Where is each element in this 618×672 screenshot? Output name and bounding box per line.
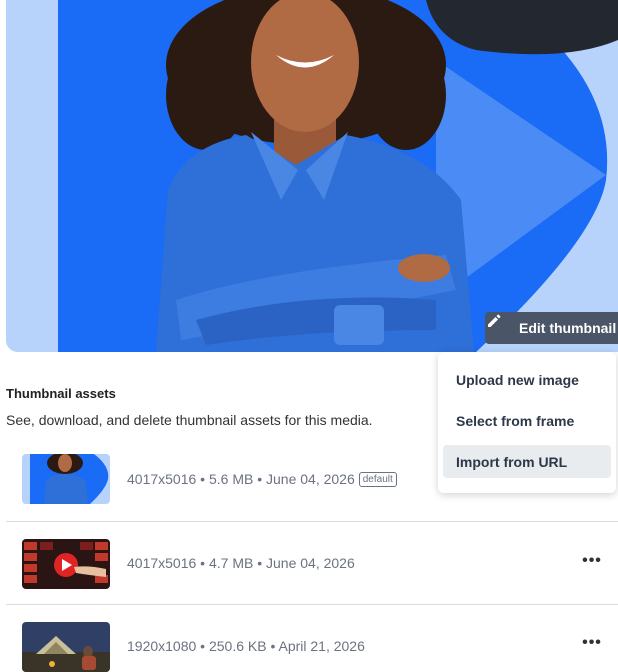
menu-item-import-from-url[interactable]: Import from URL: [443, 445, 611, 478]
pencil-icon: [488, 314, 513, 337]
asset-row: 1920x1080 • 250.6 KB • April 21, 2026 ••…: [6, 604, 618, 672]
thumbnail-preview: Edit thumbnail: [6, 0, 618, 352]
asset-meta: 1920x1080 • 250.6 KB • April 21, 2026: [127, 638, 365, 654]
more-options-button[interactable]: •••: [580, 634, 604, 654]
asset-meta: 4017x5016 • 5.6 MB • June 04, 2026 defau…: [127, 471, 397, 487]
asset-meta: 4017x5016 • 4.7 MB • June 04, 2026: [127, 555, 355, 571]
asset-meta-text: 1920x1080 • 250.6 KB • April 21, 2026: [127, 638, 365, 654]
edit-thumbnail-button[interactable]: Edit thumbnail: [485, 312, 618, 344]
section-description: See, download, and delete thumbnail asse…: [6, 412, 373, 428]
menu-item-select-from-frame[interactable]: Select from frame: [443, 404, 611, 437]
asset-meta-text: 4017x5016 • 4.7 MB • June 04, 2026: [127, 555, 355, 571]
asset-meta-text: 4017x5016 • 5.6 MB • June 04, 2026: [127, 471, 355, 487]
edit-thumbnail-menu: Upload new image Select from frame Impor…: [438, 352, 616, 493]
section-title: Thumbnail assets: [6, 386, 116, 401]
asset-thumbnail[interactable]: [22, 622, 110, 672]
more-horizontal-icon: •••: [582, 634, 602, 651]
asset-thumbnail[interactable]: [22, 454, 110, 504]
edit-thumbnail-label: Edit thumbnail: [519, 320, 617, 336]
menu-item-upload-new-image[interactable]: Upload new image: [443, 363, 611, 396]
more-options-button[interactable]: •••: [580, 552, 604, 572]
default-badge: default: [358, 471, 397, 487]
preview-image: [6, 0, 618, 352]
asset-row: 4017x5016 • 4.7 MB • June 04, 2026 •••: [6, 521, 618, 605]
more-horizontal-icon: •••: [582, 552, 602, 569]
asset-thumbnail[interactable]: [22, 539, 110, 589]
